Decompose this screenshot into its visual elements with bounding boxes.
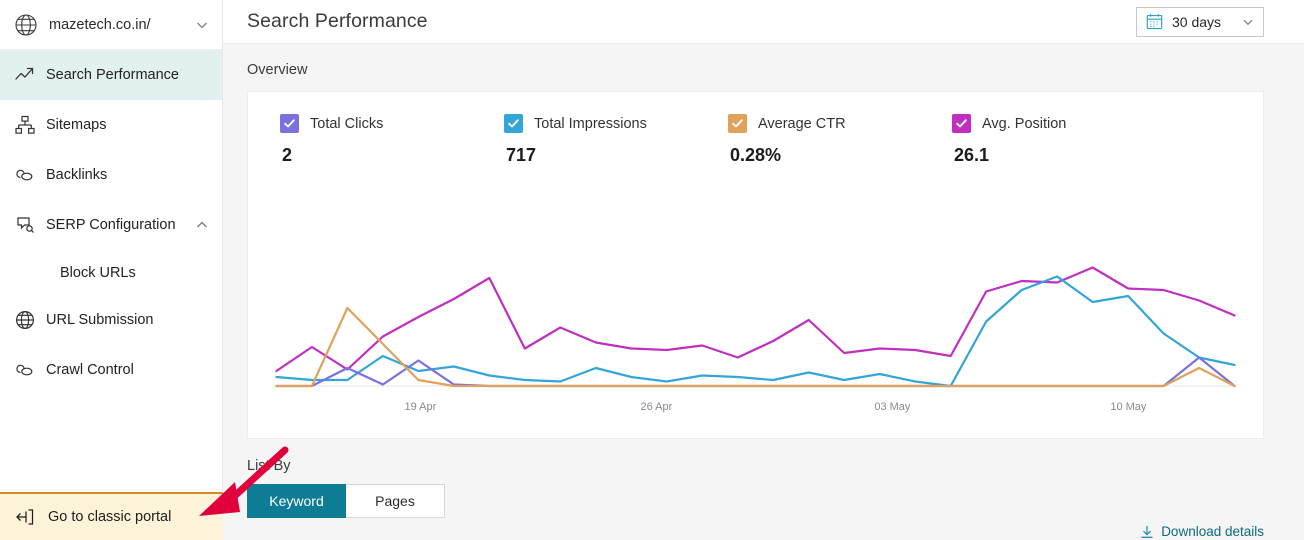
chart-x-tick-label: 03 May	[874, 401, 911, 413]
sidebar-item-block-urls[interactable]: Block URLs	[0, 250, 222, 295]
link-icon	[14, 164, 36, 186]
overview-label: Overview	[247, 62, 308, 78]
download-details-button[interactable]: Download details	[1140, 523, 1264, 540]
metrics-row: Total Clicks 2 Total Impressions 717 Ave…	[248, 92, 1263, 166]
download-details-label: Download details	[1161, 524, 1264, 539]
globe-icon	[14, 13, 38, 37]
sitemap-icon	[14, 114, 36, 136]
list-by-option-pages[interactable]: Pages	[346, 484, 445, 518]
metric-checkbox[interactable]	[504, 114, 523, 133]
site-name: mazetech.co.in/	[49, 16, 151, 33]
topbar: Search Performance 30 days	[223, 0, 1304, 44]
sidebar-item-label: Sitemaps	[46, 117, 107, 133]
metric-value: 2	[282, 145, 293, 165]
chevron-down-icon[interactable]	[1241, 15, 1255, 29]
chart-x-axis-labels: 19 Apr 26 Apr 03 May 10 May	[404, 401, 1147, 413]
list-by-option-keyword[interactable]: Keyword	[247, 484, 346, 518]
metric-checkbox[interactable]	[280, 114, 299, 133]
sidebar-nav: Search Performance Sitemaps Backlinks SE…	[0, 50, 222, 395]
metric-label: Avg. Position	[982, 115, 1067, 132]
sidebar-item-backlinks[interactable]: Backlinks	[0, 150, 222, 200]
metric-average-ctr: Average CTR 0.28%	[728, 114, 952, 166]
chevron-down-icon[interactable]	[194, 17, 210, 33]
metric-label: Total Clicks	[310, 115, 384, 132]
metric-value: 0.28%	[730, 145, 782, 165]
globe-icon	[14, 309, 36, 331]
metric-total-clicks: Total Clicks 2	[280, 114, 504, 166]
overview-card: Total Clicks 2 Total Impressions 717 Ave…	[247, 91, 1264, 439]
download-icon	[1140, 525, 1154, 539]
site-selector[interactable]: mazetech.co.in/	[0, 0, 222, 50]
sidebar-item-label: SERP Configuration	[46, 217, 176, 233]
page-title: Search Performance	[247, 10, 428, 32]
metric-checkbox[interactable]	[952, 114, 971, 133]
metric-value: 26.1	[954, 145, 990, 165]
list-by-pivot: Keyword Pages	[247, 484, 1264, 518]
date-range-label: 30 days	[1172, 13, 1222, 30]
app-root: mazetech.co.in/ Search Performance Sitem…	[0, 0, 1304, 540]
trending-up-icon	[14, 64, 36, 86]
list-by-section: List By Keyword Pages	[223, 439, 1304, 518]
pivot-label: Keyword	[269, 493, 324, 509]
metric-checkbox[interactable]	[728, 114, 747, 133]
sidebar-item-serp-configuration[interactable]: SERP Configuration	[0, 200, 222, 250]
chart-x-tick-label: 26 Apr	[640, 401, 672, 413]
go-to-classic-portal-button[interactable]: Go to classic portal	[0, 492, 223, 540]
metric-value: 717	[506, 145, 537, 165]
metric-avg-position: Avg. Position 26.1	[952, 114, 1176, 166]
calendar-icon	[1146, 13, 1163, 30]
exit-portal-icon	[14, 506, 36, 528]
sidebar-item-label: Backlinks	[46, 167, 108, 183]
sidebar: mazetech.co.in/ Search Performance Sitem…	[0, 0, 223, 540]
overview-section: Overview Total Clicks 2 Total Impression…	[223, 44, 1304, 439]
sidebar-item-crawl-control[interactable]: Crawl Control	[0, 345, 222, 395]
sidebar-item-sitemaps[interactable]: Sitemaps	[0, 100, 222, 150]
classic-portal-label: Go to classic portal	[48, 509, 172, 525]
sidebar-item-label: Search Performance	[46, 67, 179, 83]
sidebar-item-label: URL Submission	[46, 312, 154, 328]
sidebar-item-label: Crawl Control	[46, 362, 134, 378]
serp-icon	[14, 214, 36, 236]
chevron-up-icon[interactable]	[194, 217, 210, 233]
link-icon	[14, 359, 36, 381]
pivot-label: Pages	[375, 493, 415, 509]
date-range-picker[interactable]: 30 days	[1136, 6, 1264, 37]
sidebar-item-url-submission[interactable]: URL Submission	[0, 295, 222, 345]
sidebar-subitem-label: Block URLs	[60, 264, 136, 281]
metric-label: Average CTR	[758, 115, 846, 132]
main-area: Search Performance 30 days Overview Tota…	[223, 0, 1304, 540]
chart-x-tick-label: 19 Apr	[404, 401, 436, 413]
performance-chart[interactable]: 19 Apr 26 Apr 03 May 10 May	[248, 204, 1263, 440]
metric-total-impressions: Total Impressions 717	[504, 114, 728, 166]
sidebar-item-search-performance[interactable]: Search Performance	[0, 50, 222, 100]
chart-x-tick-label: 10 May	[1110, 401, 1147, 413]
list-by-label: List By	[247, 458, 291, 474]
metric-label: Total Impressions	[534, 115, 647, 132]
